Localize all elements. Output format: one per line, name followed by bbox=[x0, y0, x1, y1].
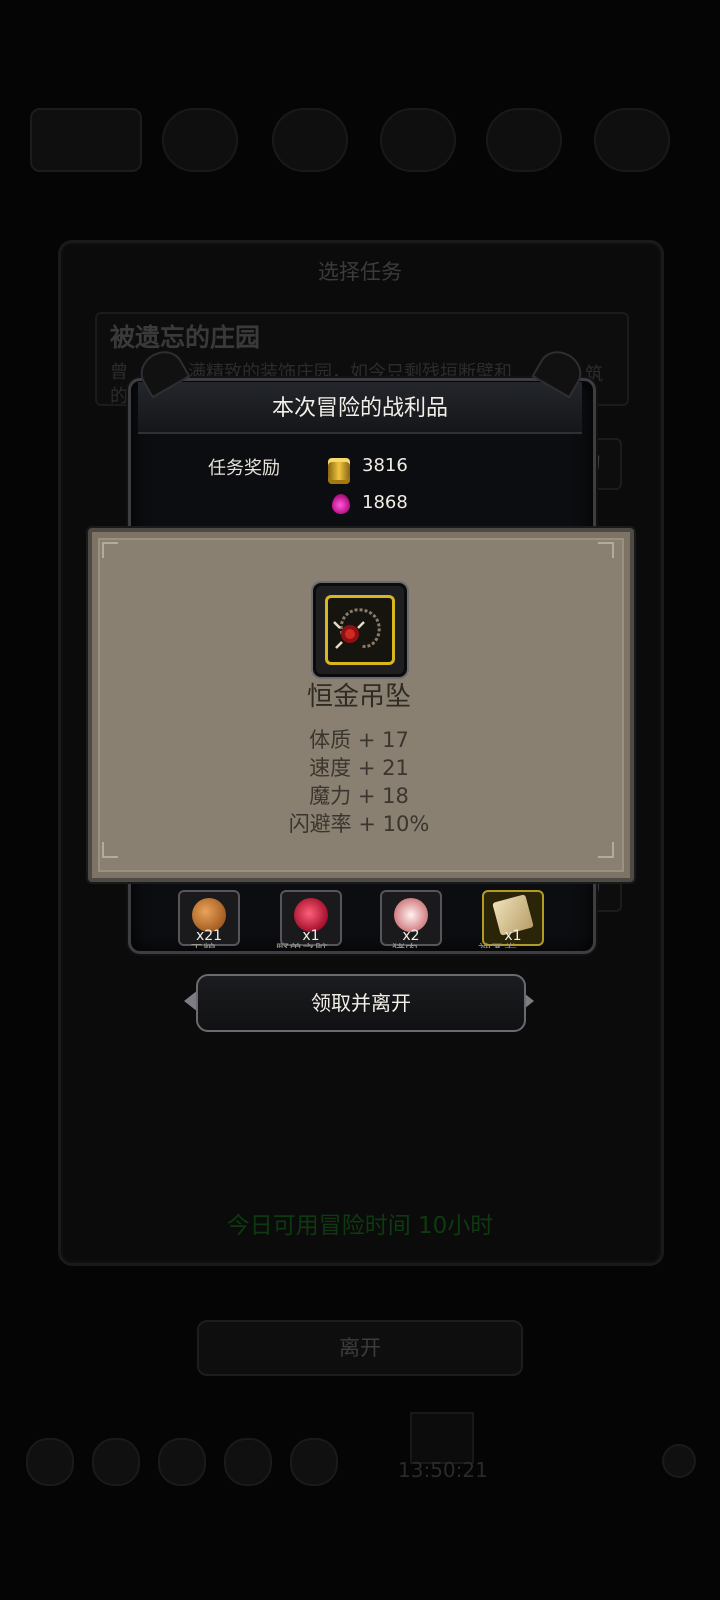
item-stat: 速度 + 21 bbox=[309, 756, 409, 780]
popup-corner bbox=[598, 542, 614, 558]
popup-corner bbox=[102, 842, 118, 858]
bottom-slot[interactable] bbox=[26, 1438, 74, 1486]
top-slot-2 bbox=[162, 108, 238, 172]
bottom-slot[interactable] bbox=[158, 1438, 206, 1486]
loot-item-name: 猪肉 bbox=[392, 939, 418, 948]
loot-item-name: 干粮 bbox=[190, 939, 216, 948]
loot-item-slot[interactable]: x1 bbox=[482, 890, 544, 946]
top-slot-5 bbox=[486, 108, 562, 172]
claim-and-leave-button[interactable]: 领取并离开 bbox=[196, 974, 526, 1032]
item-icon-frame bbox=[313, 583, 407, 677]
magic-gem-icon bbox=[332, 494, 350, 514]
loot-item-slot[interactable]: x2 bbox=[380, 890, 442, 946]
item-icon-inner-frame bbox=[325, 595, 395, 665]
popup-corner bbox=[598, 842, 614, 858]
countdown-clock: 13:50:21 bbox=[398, 1458, 488, 1482]
loot-title: 本次冒险的战利品 bbox=[271, 396, 448, 421]
heart-icon bbox=[294, 898, 328, 932]
pendant-icon bbox=[333, 608, 381, 649]
bottom-slot[interactable] bbox=[224, 1438, 272, 1486]
leave-button[interactable]: 离开 bbox=[197, 1320, 523, 1376]
bottom-slot[interactable] bbox=[290, 1438, 338, 1486]
popup-corner bbox=[102, 542, 118, 558]
reward-label: 任务奖励 bbox=[208, 458, 280, 479]
loot-item-name: 神圣卷 bbox=[478, 939, 517, 948]
mission-panel-title: 选择任务 bbox=[318, 260, 402, 284]
item-stat: 体质 + 17 bbox=[309, 728, 409, 752]
top-slot-1 bbox=[30, 108, 142, 172]
bread-icon bbox=[192, 898, 226, 932]
bottom-corner-icon[interactable] bbox=[662, 1444, 696, 1478]
top-slot-6 bbox=[594, 108, 670, 172]
loot-item-slot[interactable]: x1 bbox=[280, 890, 342, 946]
chest-icon[interactable] bbox=[410, 1412, 474, 1464]
available-time-text: 今日可用冒险时间 10小时 bbox=[226, 1213, 494, 1239]
coin-amount: 3816 bbox=[362, 455, 408, 476]
item-stat: 闪避率 + 10% bbox=[288, 812, 430, 836]
gold-coin-icon bbox=[328, 458, 350, 484]
top-slot-4 bbox=[380, 108, 456, 172]
item-name: 恒金吊坠 bbox=[306, 682, 411, 712]
top-slot-3 bbox=[272, 108, 348, 172]
bottom-slot[interactable] bbox=[92, 1438, 140, 1486]
loot-item-slot[interactable]: x21 bbox=[178, 890, 240, 946]
loot-item-name: 野兽之脏 bbox=[276, 939, 328, 948]
mission-desc-fragment: 曾 bbox=[110, 362, 128, 383]
gem-amount: 1868 bbox=[362, 492, 408, 513]
item-stat: 魔力 + 18 bbox=[309, 784, 409, 808]
mission-card-name: 被遗忘的庄园 bbox=[110, 323, 261, 352]
meat-icon bbox=[394, 898, 428, 932]
